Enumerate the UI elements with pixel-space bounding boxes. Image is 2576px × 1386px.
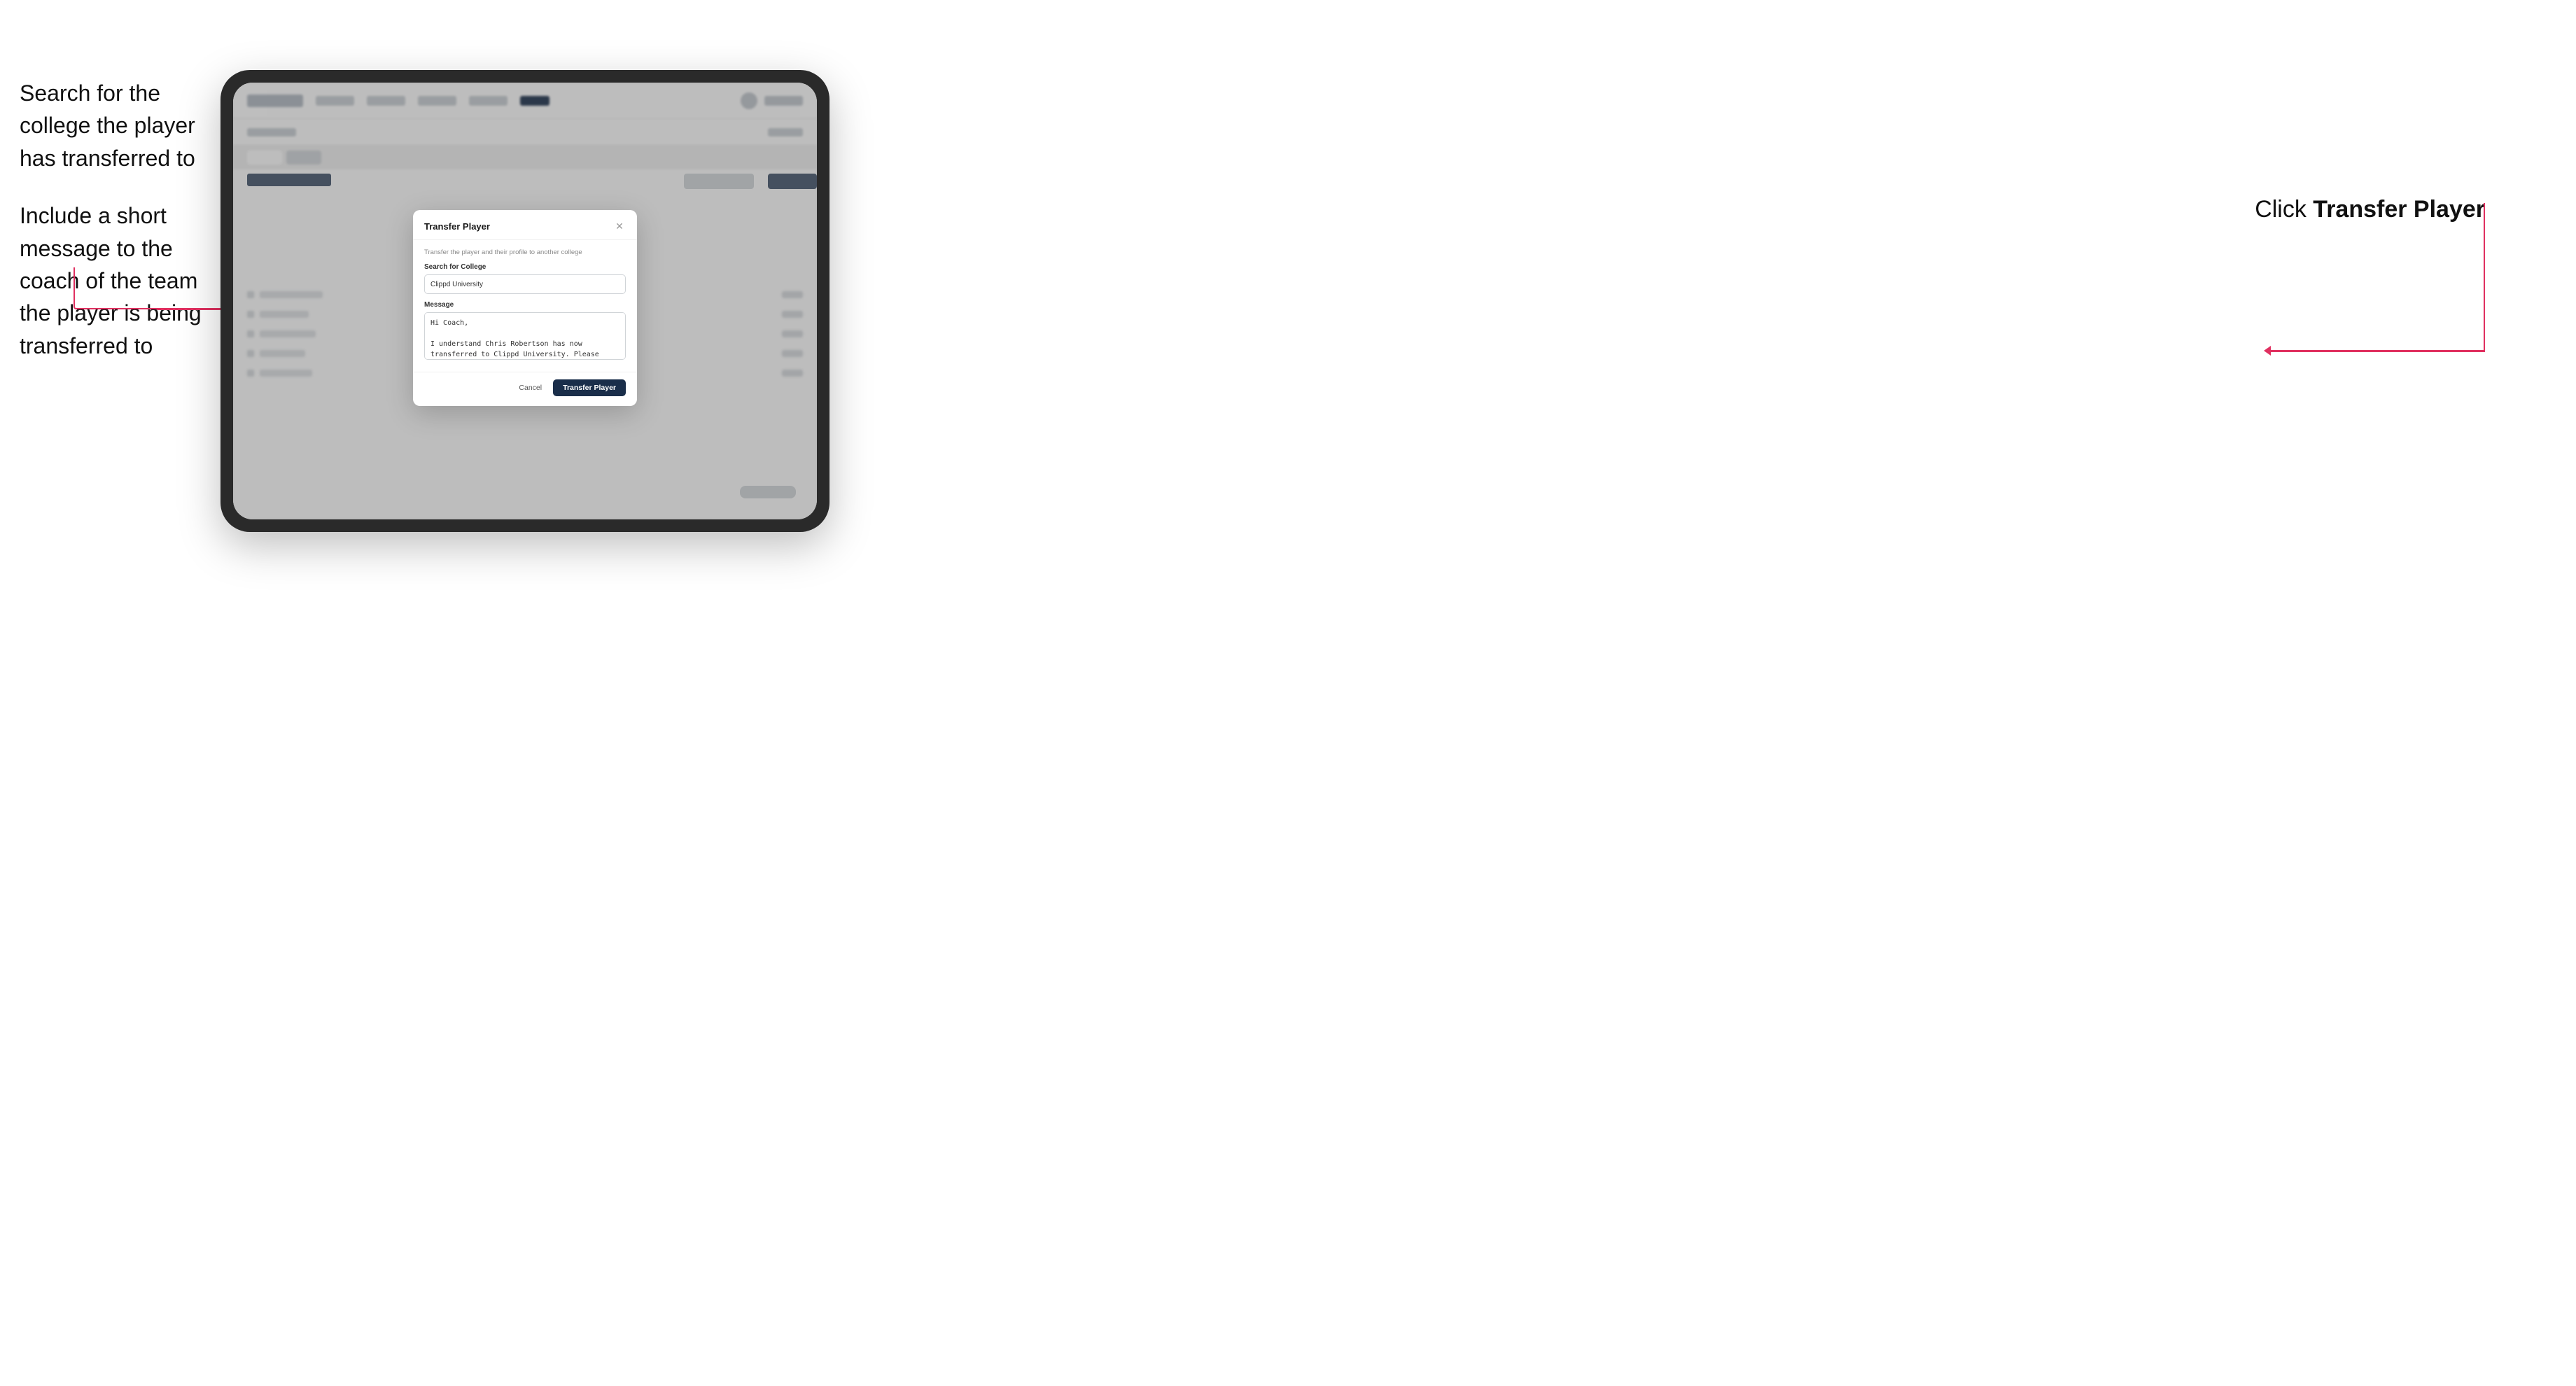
- annotation-right-bold: Transfer Player: [2313, 196, 2485, 223]
- modal-body: Transfer the player and their profile to…: [413, 240, 637, 372]
- search-college-input[interactable]: [424, 274, 626, 294]
- modal-dialog: Transfer Player ✕ Transfer the player an…: [413, 210, 637, 406]
- annotation-left: Search for the college the player has tr…: [20, 77, 209, 387]
- left-bracket-line: [74, 267, 158, 309]
- message-textarea[interactable]: Hi Coach, I understand Chris Robertson h…: [424, 312, 626, 360]
- cancel-button[interactable]: Cancel: [513, 380, 547, 396]
- vline-right: [2484, 203, 2486, 351]
- modal-footer: Cancel Transfer Player: [413, 372, 637, 406]
- annotation-text-1: Search for the college the player has tr…: [20, 77, 209, 174]
- arrow-head-right: [2264, 346, 2271, 356]
- ipad-screen: Transfer Player ✕ Transfer the player an…: [233, 83, 817, 519]
- modal-subtitle: Transfer the player and their profile to…: [424, 248, 626, 256]
- search-college-label: Search for College: [424, 263, 626, 271]
- modal-overlay: Transfer Player ✕ Transfer the player an…: [233, 83, 817, 519]
- message-label: Message: [424, 301, 626, 309]
- annotation-right: Click Transfer Player: [2255, 196, 2485, 223]
- transfer-player-button[interactable]: Transfer Player: [553, 379, 626, 396]
- modal-header: Transfer Player ✕: [413, 210, 637, 240]
- annotation-right-prefix: Click: [2255, 196, 2313, 223]
- ipad-frame: Transfer Player ✕ Transfer the player an…: [220, 70, 830, 532]
- modal-close-button[interactable]: ✕: [613, 220, 626, 232]
- arrow-line-right: [2268, 350, 2485, 352]
- modal-title: Transfer Player: [424, 221, 490, 232]
